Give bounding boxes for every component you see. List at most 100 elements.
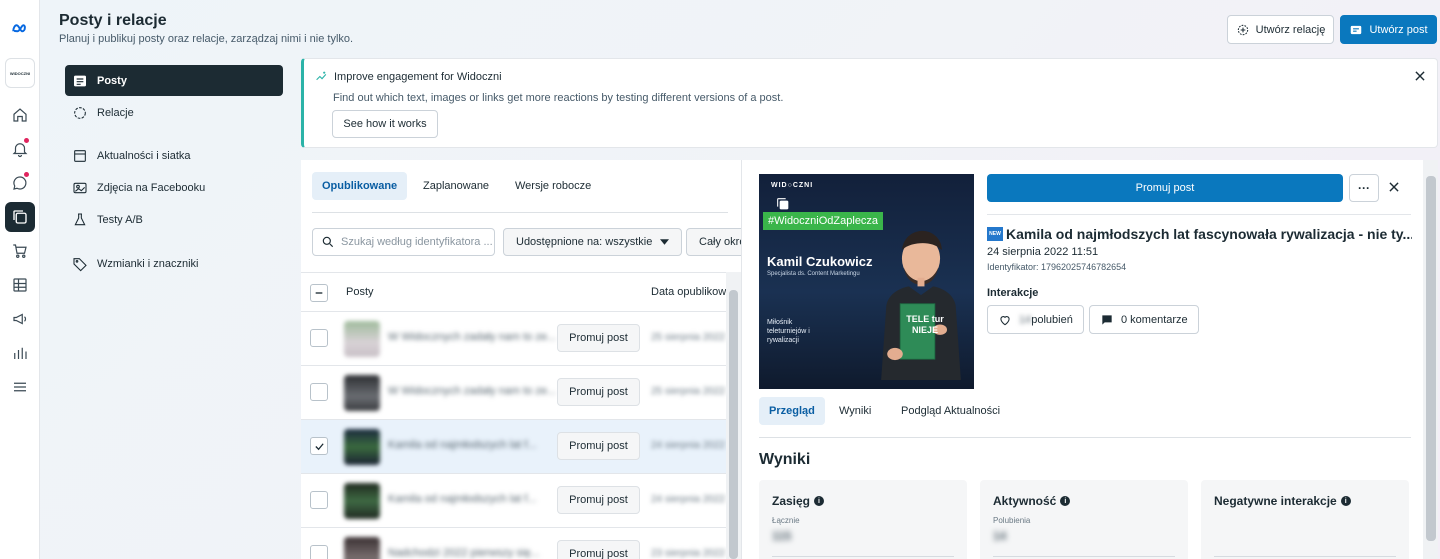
close-icon[interactable] bbox=[1413, 69, 1427, 83]
sidebar-item-mentions-tags[interactable]: Wzmianki i znaczniki bbox=[65, 248, 283, 279]
minus-icon bbox=[315, 292, 323, 294]
detail-tabs-divider bbox=[759, 437, 1411, 438]
card-divider bbox=[772, 556, 954, 557]
card-value: 14 bbox=[993, 529, 1007, 543]
date-range-filter[interactable]: Cały okres bbox=[686, 228, 741, 256]
promote-post-button[interactable]: Promuj post bbox=[557, 324, 640, 352]
likes-label: 14polubień bbox=[1019, 314, 1073, 326]
sidebar-item-label: Testy A/B bbox=[97, 213, 143, 226]
sidebar-item-stories[interactable]: Relacje bbox=[65, 97, 283, 128]
post-thumbnail bbox=[344, 429, 380, 465]
heart-icon bbox=[1000, 315, 1010, 325]
posts-pages-icon[interactable] bbox=[5, 202, 35, 232]
meta-logo-icon[interactable] bbox=[5, 14, 35, 44]
create-story-label: Utwórz relację bbox=[1255, 23, 1326, 36]
column-posts[interactable]: Posty bbox=[346, 286, 374, 298]
bar-chart-icon[interactable] bbox=[5, 338, 35, 368]
list-scrollbar-thumb[interactable] bbox=[729, 290, 738, 559]
tab-drafts[interactable]: Wersje robocze bbox=[505, 172, 601, 200]
card-title-text: Negatywne interakcje bbox=[1214, 494, 1337, 508]
promote-post-button[interactable]: Promuj post bbox=[557, 486, 640, 514]
row-checkbox[interactable] bbox=[310, 329, 328, 347]
row-checkbox[interactable] bbox=[310, 491, 328, 509]
table-row[interactable]: Kamila od najmłodszych lat f... Promuj p… bbox=[301, 474, 741, 528]
check-icon bbox=[314, 442, 324, 450]
post-detail-title-text: Kamila od najmłodszych lat fascynowała r… bbox=[1006, 226, 1412, 242]
sidebar-item-facebook-photos[interactable]: Zdjęcia na Facebooku bbox=[65, 172, 283, 203]
brand-avatar[interactable]: WIDOCZNI bbox=[5, 58, 35, 88]
info-icon[interactable]: i bbox=[814, 496, 825, 506]
image-person-name: Kamil Czukowicz bbox=[767, 254, 873, 269]
feed-grid-icon bbox=[74, 149, 86, 162]
close-icon[interactable] bbox=[1387, 180, 1401, 194]
info-icon[interactable]: i bbox=[1060, 496, 1071, 506]
post-title: Kamila od najmłodszych lat f... bbox=[388, 439, 537, 451]
shared-on-filter-label: Udostępnione na: wszystkie bbox=[516, 236, 653, 248]
megaphone-icon[interactable] bbox=[5, 304, 35, 334]
promote-post-button[interactable]: Promuj post bbox=[557, 540, 640, 559]
card-value: 115 bbox=[772, 529, 792, 543]
table-row[interactable]: Kamila od najmłodszych lat f... Promuj p… bbox=[301, 420, 741, 474]
sidebar-item-label: Aktualności i siatka bbox=[97, 149, 191, 162]
flask-icon bbox=[74, 212, 86, 225]
create-story-button[interactable]: Utwórz relację bbox=[1227, 15, 1334, 44]
tab-results[interactable]: Wyniki bbox=[829, 397, 881, 425]
post-detail-panel: WID○CZNI #WidoczniOdZaplecza Kamil Czuko… bbox=[741, 160, 1438, 559]
list-scrollbar[interactable] bbox=[726, 272, 741, 559]
info-icon[interactable]: i bbox=[1340, 496, 1351, 506]
book-cover-text: TELE tur NIEJE bbox=[906, 314, 944, 335]
likes-count: 14 bbox=[1019, 313, 1032, 326]
image-logo-text: WID○CZNI bbox=[771, 182, 814, 189]
see-how-it-works-button[interactable]: See how it works bbox=[332, 110, 438, 138]
likes-button[interactable]: 14polubień bbox=[987, 305, 1084, 334]
person-illustration bbox=[881, 230, 961, 380]
photo-icon bbox=[73, 182, 87, 193]
search-input[interactable]: Szukaj według identyfikatora ... bbox=[312, 228, 495, 256]
tab-feed-preview[interactable]: Podgląd Aktualności bbox=[891, 397, 1010, 425]
shared-on-filter[interactable]: Udostępnione na: wszystkie bbox=[503, 228, 683, 256]
comments-button[interactable]: 0 komentarze bbox=[1089, 305, 1199, 334]
promote-post-main-button[interactable]: Promuj post bbox=[987, 174, 1343, 202]
table-row[interactable]: W Widocznych zadały nam to ze... Promuj … bbox=[301, 312, 741, 366]
row-checkbox[interactable] bbox=[310, 545, 328, 559]
row-checkbox[interactable] bbox=[310, 383, 328, 401]
chat-bubble-icon[interactable] bbox=[5, 168, 35, 198]
tab-published[interactable]: Opublikowane bbox=[312, 172, 408, 200]
create-post-button[interactable]: Utwórz post bbox=[1340, 15, 1437, 44]
promote-post-button[interactable]: Promuj post bbox=[557, 432, 640, 460]
interactions-heading: Interakcje bbox=[987, 287, 1039, 299]
shopping-cart-icon[interactable] bbox=[5, 236, 35, 266]
plus-circle-icon bbox=[1237, 24, 1248, 35]
select-all-checkbox[interactable] bbox=[310, 284, 328, 302]
sidebar-item-label: Zdjęcia na Facebooku bbox=[97, 181, 206, 194]
promote-post-button[interactable]: Promuj post bbox=[557, 378, 640, 406]
table-header: Posty Data opublikowania bbox=[301, 272, 741, 312]
sidebar-item-feed-grid[interactable]: Aktualności i siatka bbox=[65, 140, 283, 171]
card-title-text: Zasięg bbox=[772, 494, 811, 508]
post-thumbnail bbox=[344, 483, 380, 519]
post-detail-id: Identyfikator: 17962025746782654 bbox=[987, 262, 1127, 272]
reach-card: Zasięg i Łącznie 115 bbox=[759, 480, 967, 559]
table-row[interactable]: Nadchodzi 2022 pierwszy się... Promuj po… bbox=[301, 528, 741, 559]
tab-scheduled[interactable]: Zaplanowane bbox=[413, 172, 499, 200]
detail-scrollbar-thumb[interactable] bbox=[1426, 176, 1436, 541]
post-edit-icon bbox=[1351, 25, 1362, 34]
post-thumbnail bbox=[344, 375, 380, 411]
bell-icon[interactable] bbox=[5, 134, 35, 164]
post-thumbnail bbox=[344, 321, 380, 357]
sidebar-item-ab-tests[interactable]: Testy A/B bbox=[65, 204, 283, 235]
tab-overview[interactable]: Przegląd bbox=[759, 397, 825, 425]
table-row[interactable]: W Widocznych zadały nam to ze... Promuj … bbox=[301, 366, 741, 420]
sidebar-item-posts[interactable]: Posty bbox=[65, 65, 283, 96]
card-divider bbox=[1214, 556, 1396, 557]
detail-scrollbar[interactable] bbox=[1423, 160, 1438, 559]
row-checkbox[interactable] bbox=[310, 437, 328, 455]
sidebar-item-label: Relacje bbox=[97, 106, 134, 119]
menu-hamburger-icon[interactable] bbox=[5, 372, 35, 402]
post-thumbnail bbox=[344, 537, 380, 559]
more-options-button[interactable]: ··· bbox=[1349, 174, 1379, 202]
table-grid-icon[interactable] bbox=[5, 270, 35, 300]
post-title: Kamila od najmłodszych lat f... bbox=[388, 493, 537, 505]
create-post-label: Utwórz post bbox=[1369, 23, 1428, 36]
home-icon[interactable] bbox=[5, 100, 35, 130]
